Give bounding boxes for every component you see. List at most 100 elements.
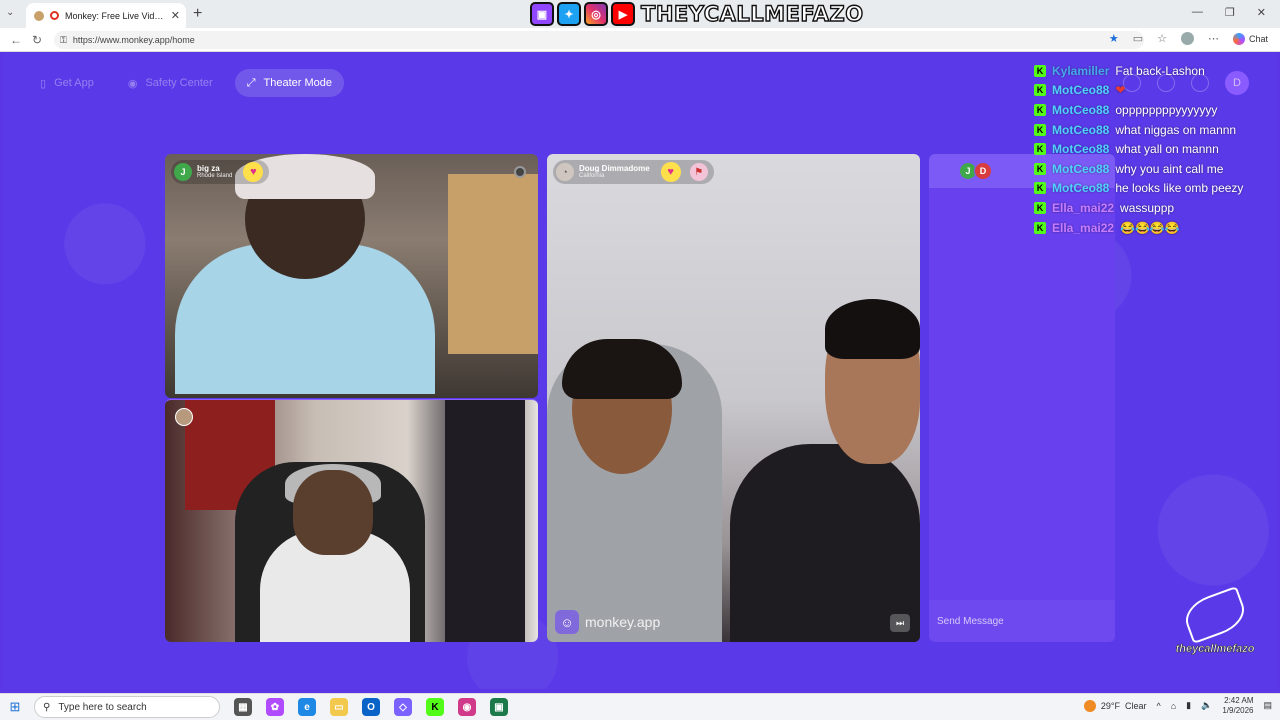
chat-message: K Ella_mai22 wassuppp: [1034, 198, 1274, 218]
chat-message: K MotCeo88 ❤: [1034, 81, 1274, 101]
maximize-icon[interactable]: ❐: [1225, 6, 1235, 19]
task-view-icon[interactable]: ▦: [234, 698, 252, 716]
chat-username: MotCeo88: [1052, 102, 1110, 117]
taskbar-apps: ▦ ✿ e ▭ O ◇ K ◉ ▣: [234, 698, 508, 716]
user-name: big za: [197, 163, 220, 173]
theater-mode-label: Theater Mode: [263, 77, 332, 89]
theater-mode-button[interactable]: ⤢ Theater Mode: [234, 69, 344, 97]
favorite-star-icon[interactable]: ★: [1109, 32, 1119, 45]
file-explorer-icon[interactable]: ▭: [330, 698, 348, 716]
windows-taskbar: ⊞ ⚲ Type here to search ▦ ✿ e ▭ O ◇ K ◉ …: [0, 693, 1280, 720]
chat-message: K MotCeo88 what yall on mannn: [1034, 139, 1274, 159]
phone-icon: ▯: [40, 77, 47, 90]
battery-icon[interactable]: ▮: [1186, 700, 1191, 711]
minimize-icon[interactable]: —: [1192, 6, 1203, 19]
video-person-man-hair: [825, 299, 920, 359]
chat-text: oppppppppyyyyyyy: [1115, 102, 1218, 117]
report-icon[interactable]: ⚑: [689, 163, 708, 181]
clock-time: 2:42 AM: [1224, 696, 1254, 705]
heart-icon[interactable]: ♥: [243, 162, 264, 182]
avatar: D: [974, 162, 992, 180]
more-menu-icon[interactable]: ⋯: [1208, 32, 1219, 45]
split-screen-icon[interactable]: ▭: [1133, 32, 1143, 45]
chat-text: he looks like omb peezy: [1115, 181, 1244, 196]
streaming-app-icon[interactable]: ▣: [490, 698, 508, 716]
chat-text: why you aint call me: [1115, 161, 1224, 176]
watermark-text: monkey.app: [585, 614, 661, 630]
get-app-button[interactable]: ▯ Get App: [28, 69, 106, 97]
safety-center-label: Safety Center: [145, 77, 213, 89]
browser-toolbar: ★ ▭ ☆ ⋯ Chat: [1109, 32, 1268, 45]
chat-message: K MotCeo88 what niggas on mannn: [1034, 120, 1274, 140]
chat-username: MotCeo88: [1052, 181, 1110, 196]
chat-message: K MotCeo88 oppppppppyyyyyyy: [1034, 100, 1274, 120]
user-badge[interactable]: ◔ Doug Dimmadome California ♥ ⚑: [553, 160, 714, 184]
kick-icon: K: [1034, 201, 1046, 214]
kick-app-icon[interactable]: K: [426, 698, 444, 716]
close-window-icon[interactable]: ✕: [1257, 6, 1266, 19]
address-bar-row: ← ↻ ⚿ https://www.monkey.app/home ★ ▭ ☆ …: [0, 28, 1280, 52]
tab-title: Monkey: Free Live Video Chat: [65, 10, 165, 21]
weather-desc: Clear: [1124, 700, 1147, 711]
top-nav: ▯ Get App ◉ Safety Center ⤢ Theater Mode: [28, 69, 344, 97]
back-icon[interactable]: ←: [10, 33, 22, 47]
outlook-icon[interactable]: O: [362, 698, 380, 716]
user-info: Doug Dimmadome California: [579, 164, 650, 180]
refresh-icon[interactable]: ↻: [32, 33, 42, 47]
close-tab-icon[interactable]: ✕: [171, 9, 180, 22]
avatar: ◔: [556, 163, 574, 181]
search-icon: ⚲: [43, 701, 51, 713]
logo-text: theycallmefazo: [1175, 643, 1255, 656]
kick-icon: K: [1034, 143, 1046, 156]
send-message-input[interactable]: Send Message: [929, 600, 1115, 642]
chrome-icon[interactable]: ◉: [458, 698, 476, 716]
browser-profile-icon[interactable]: [1180, 32, 1194, 45]
chat-message: K MotCeo88 why you aint call me: [1034, 159, 1274, 179]
chat-text: ❤: [1115, 83, 1126, 98]
chat-username: MotCeo88: [1052, 161, 1110, 176]
url-field[interactable]: ⚿ https://www.monkey.app/home: [54, 31, 1144, 49]
tab-list-chevron-icon[interactable]: ⌄: [6, 7, 14, 18]
dev-tool-icon[interactable]: ◇: [394, 698, 412, 716]
chat-message: K MotCeo88 he looks like omb peezy: [1034, 179, 1274, 199]
notifications-icon[interactable]: ▤: [1263, 700, 1272, 711]
site-info-icon[interactable]: ⚿: [60, 35, 67, 46]
kick-icon: K: [1034, 123, 1046, 136]
monkey-logo-icon: ☺: [555, 610, 579, 634]
edge-browser-icon[interactable]: e: [298, 698, 316, 716]
system-tray: 29°F Clear ^ ⌂ ▮ 🔈 2:42 AM 1/9/2026 ▤: [1083, 696, 1272, 715]
twitch-icon: ▣: [530, 2, 554, 26]
weather-widget[interactable]: 29°F Clear: [1083, 699, 1147, 712]
user-location: Rhode Island: [197, 173, 233, 180]
windows-start-icon[interactable]: ⊞: [0, 699, 30, 715]
chat-username: Kylamiller: [1052, 63, 1110, 78]
recording-indicator-icon: [50, 11, 59, 20]
chat-username: MotCeo88: [1052, 122, 1110, 137]
chat-message: K Ella_mai22 😂😂😂😂: [1034, 218, 1274, 238]
taskbar-clock[interactable]: 2:42 AM 1/9/2026: [1222, 696, 1253, 715]
copilot-app-icon[interactable]: ✿: [266, 698, 284, 716]
video-tile-remote-2: ◔ Doug Dimmadome California ♥ ⚑ ☺ monkey…: [547, 154, 920, 642]
video-background-dark-door: [445, 400, 525, 642]
favorites-icon[interactable]: ☆: [1157, 32, 1167, 45]
safety-center-button[interactable]: ◉ Safety Center: [116, 69, 225, 97]
network-icon[interactable]: ⌂: [1171, 701, 1176, 711]
chat-text: wassuppp: [1120, 200, 1175, 215]
channel-name: THEYCALLMEFAZO: [640, 1, 864, 26]
taskbar-search-placeholder: Type here to search: [58, 701, 147, 713]
volume-icon[interactable]: 🔈: [1201, 700, 1212, 711]
theycallmefazo-logo: theycallmefazo: [1165, 585, 1265, 656]
taskbar-search[interactable]: ⚲ Type here to search: [34, 696, 220, 718]
video-streamer-head: [293, 470, 373, 555]
heart-icon[interactable]: ♥: [660, 162, 681, 182]
skip-button[interactable]: ⏭: [890, 614, 910, 632]
copilot-button[interactable]: Chat: [1232, 32, 1268, 45]
chat-username: Ella_mai22: [1052, 200, 1115, 215]
window-controls: — ❐ ✕: [1192, 6, 1266, 19]
send-message-placeholder: Send Message: [937, 615, 1004, 627]
chevron-up-icon[interactable]: ^: [1157, 701, 1161, 711]
browser-tab[interactable]: Monkey: Free Live Video Chat ✕: [26, 3, 186, 28]
user-badge[interactable]: J big za Rhode Island ♥: [171, 160, 270, 184]
camera-icon[interactable]: [514, 166, 526, 178]
new-tab-icon[interactable]: +: [193, 5, 202, 23]
